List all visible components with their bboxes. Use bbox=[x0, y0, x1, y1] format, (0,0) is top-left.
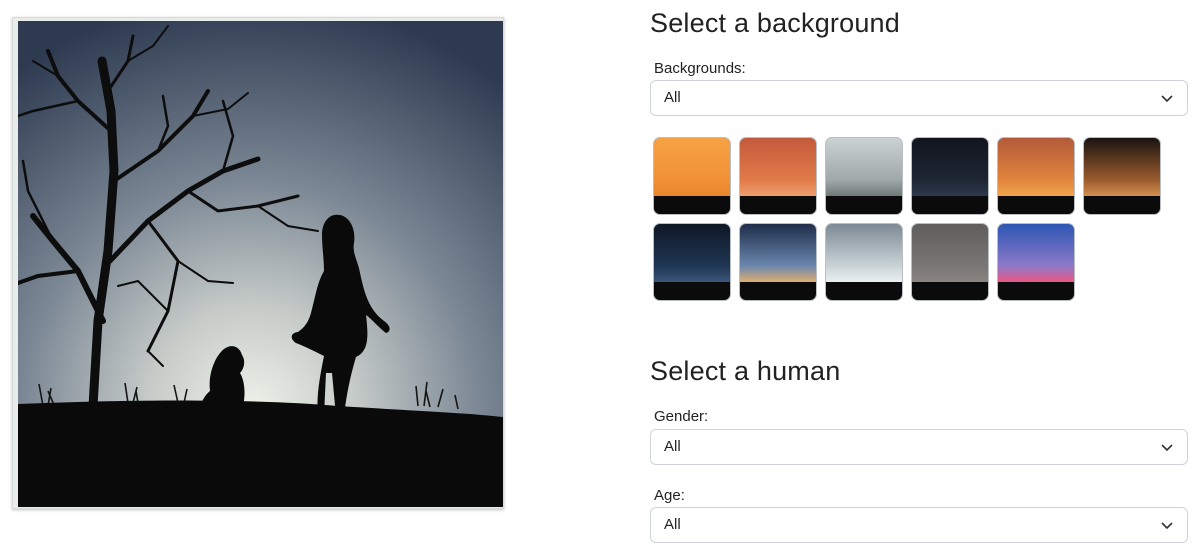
thumbnail-ground bbox=[740, 282, 816, 300]
background-thumbnail-light-rays-fog[interactable] bbox=[825, 223, 903, 301]
background-thumbnail-night-mountains[interactable] bbox=[911, 137, 989, 215]
background-thumbnail-pink-blue-sunset[interactable] bbox=[997, 223, 1075, 301]
thumbnail-ground bbox=[998, 282, 1074, 300]
preview-canvas bbox=[12, 17, 504, 509]
thumbnail-ground bbox=[826, 282, 902, 300]
chevron-down-icon bbox=[1161, 522, 1173, 530]
thumbnail-ground bbox=[740, 196, 816, 214]
age-select[interactable]: All bbox=[650, 507, 1188, 543]
age-select-value: All bbox=[664, 516, 681, 533]
gender-label: Gender: bbox=[654, 408, 709, 425]
background-thumbnail-misty-gray[interactable] bbox=[911, 223, 989, 301]
thumbnail-ground bbox=[654, 282, 730, 300]
background-section-title: Select a background bbox=[650, 8, 900, 38]
thumbnail-ground bbox=[998, 196, 1074, 214]
background-thumbnail-orange-sunset[interactable] bbox=[653, 137, 731, 215]
gender-select[interactable]: All bbox=[650, 429, 1188, 465]
chevron-down-icon bbox=[1161, 95, 1173, 103]
background-thumbnail-full-moon-clouds[interactable] bbox=[653, 223, 731, 301]
background-thumbnail-bare-tree-pale-sky[interactable] bbox=[825, 137, 903, 215]
background-thumbnail-orange-moon[interactable] bbox=[1083, 137, 1161, 215]
thumbnail-ground bbox=[654, 196, 730, 214]
scene-preview-image bbox=[18, 21, 503, 507]
thumbnail-ground bbox=[826, 196, 902, 214]
gender-select-value: All bbox=[664, 438, 681, 455]
backgrounds-select-value: All bbox=[664, 89, 681, 106]
backgrounds-label: Backgrounds: bbox=[654, 60, 746, 77]
human-section-title: Select a human bbox=[650, 356, 841, 386]
background-thumbnail-dusk-horizon[interactable] bbox=[739, 223, 817, 301]
chevron-down-icon bbox=[1161, 444, 1173, 452]
thumbnail-ground bbox=[912, 196, 988, 214]
backgrounds-select[interactable]: All bbox=[650, 80, 1188, 116]
age-label: Age: bbox=[654, 487, 685, 504]
thumbnail-ground bbox=[912, 282, 988, 300]
background-thumbnail-orange-clouds[interactable] bbox=[739, 137, 817, 215]
thumbnail-ground bbox=[1084, 196, 1160, 214]
background-thumbnail-orange-sky-tree[interactable] bbox=[997, 137, 1075, 215]
